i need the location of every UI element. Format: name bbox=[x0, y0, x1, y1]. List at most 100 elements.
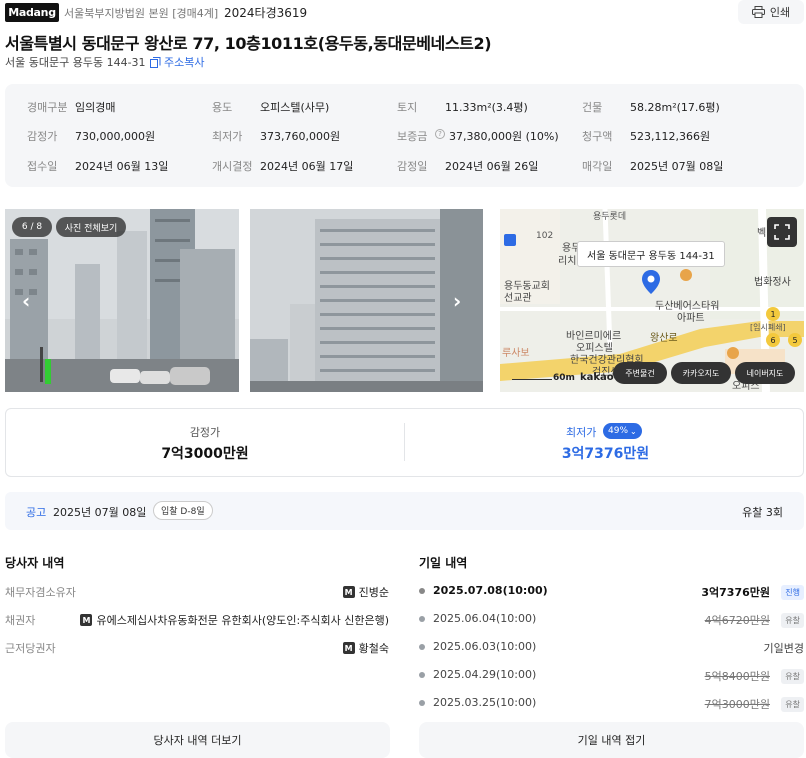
info-appraisal: 감정가 730,000,000원 bbox=[27, 130, 156, 143]
party-name: M 황철숙 bbox=[342, 640, 389, 656]
schedule-price: 4억6720만원 bbox=[704, 614, 770, 627]
discount-badge: 49% ⌄ bbox=[603, 423, 642, 439]
bus-stop-icon bbox=[504, 234, 516, 246]
schedule-row: 2025.03.25(10:00) 7억3000만원 유찰 bbox=[419, 696, 804, 712]
hospital-icon bbox=[727, 347, 739, 359]
map-label-wangsanro: 왕산로 bbox=[650, 333, 678, 344]
status-badge: 유찰 bbox=[781, 697, 804, 712]
notice-label: 공고 bbox=[26, 506, 47, 519]
map-label-closed: [임시폐쇄] bbox=[750, 323, 786, 332]
property-photo-1[interactable]: 6 / 8 사진 전체보기 ‹ bbox=[5, 209, 239, 392]
party-name: M 진병순 bbox=[342, 584, 389, 600]
map-label-mission: 선교관 bbox=[504, 293, 532, 304]
next-photo-icon[interactable]: › bbox=[453, 289, 461, 313]
info-received: 접수일 2024년 06월 13일 bbox=[27, 160, 169, 173]
info-appraisal-date: 감정일 2024년 06월 26일 bbox=[397, 160, 539, 173]
map-label-102: 102 bbox=[536, 231, 554, 241]
status-dot bbox=[419, 588, 425, 594]
kakao-logo: kakao bbox=[580, 372, 614, 383]
member-icon: M bbox=[80, 614, 93, 626]
status-badge: 유찰 bbox=[781, 669, 804, 684]
schedule-date: 2025.03.25(10:00) bbox=[433, 696, 537, 709]
min-price-value: 3억7376만원 bbox=[561, 446, 650, 462]
nearby-items-button[interactable]: 주변물건 bbox=[613, 362, 667, 384]
info-land: 토지 11.33m²(3.4평) bbox=[397, 101, 528, 114]
lot-address: 서울 동대문구 용두동 144-31 bbox=[5, 56, 146, 69]
status-badge: 유찰 bbox=[781, 613, 804, 628]
property-info-panel: 경매구분 임의경매 용도 오피스텔(사무) 토지 11.33m²(3.4평) 건물 58… bbox=[5, 84, 804, 187]
court-name: 서울북부지방법원 본원 [경매4계] bbox=[64, 7, 219, 20]
map-label-top: 용두롯데 bbox=[593, 212, 627, 222]
chevron-down-icon: ⌄ bbox=[630, 426, 637, 436]
expand-map-button[interactable] bbox=[767, 217, 797, 247]
party-role: 채권자 bbox=[5, 614, 36, 627]
map-label-rusabo: 루사보 bbox=[502, 348, 530, 359]
printer-icon bbox=[751, 6, 765, 18]
map-label-temple: 법화정사 bbox=[754, 277, 791, 288]
fail-count: 유찰 3회 bbox=[742, 506, 783, 519]
subway-1-icon: 1 bbox=[766, 307, 780, 321]
notice-bar: 공고 2025년 07월 08일 입찰 D-8일 유찰 3회 bbox=[5, 492, 804, 530]
party-role: 근저당권자 bbox=[5, 642, 56, 655]
info-building: 건물 58.28m²(17.6평) bbox=[582, 101, 720, 114]
fold-schedule-button[interactable]: 기일 내역 접기 bbox=[419, 722, 804, 758]
map-address-tooltip: 서울 동대문구 용두동 144-31 bbox=[577, 241, 725, 267]
schedule-date: 2025.07.08(10:00) bbox=[433, 584, 548, 597]
parties-title: 당사자 내역 bbox=[5, 556, 65, 570]
schedule-row: 2025.06.04(10:00) 4억6720만원 유찰 bbox=[419, 612, 804, 628]
map-label-rich: 리치 bbox=[558, 256, 577, 267]
print-label: 인쇄 bbox=[769, 6, 791, 19]
kakao-map-button[interactable]: 카카오지도 bbox=[671, 362, 731, 384]
prev-photo-icon[interactable]: ‹ bbox=[22, 289, 30, 313]
copy-address-label: 주소복사 bbox=[164, 56, 205, 69]
scale-line bbox=[512, 377, 552, 380]
madang-logo: Madang bbox=[5, 3, 59, 22]
appraisal-label: 감정가 bbox=[189, 426, 221, 439]
schedule-price: 7억3000만원 bbox=[704, 698, 770, 711]
info-auction-type: 경매구분 임의경매 bbox=[27, 101, 116, 114]
info-deposit: 보증금? 37,380,000원 (10%) bbox=[397, 129, 559, 143]
info-min-price: 최저가 373,760,000원 bbox=[212, 130, 341, 143]
copy-icon bbox=[150, 56, 161, 68]
party-name: M 유에스제십사차유동화전문 유한회사(양도인:주식회사 신한은행) bbox=[80, 612, 389, 628]
member-icon: M bbox=[342, 642, 355, 654]
party-role: 채무자겸소유자 bbox=[5, 586, 76, 599]
property-photo-2[interactable]: › bbox=[250, 209, 483, 392]
subway-6-icon: 6 bbox=[766, 333, 780, 347]
min-price-label: 최저가 bbox=[566, 426, 597, 439]
status-dot bbox=[419, 616, 425, 622]
photo-counter: 6 / 8 bbox=[12, 217, 52, 237]
status-dot bbox=[419, 644, 425, 650]
status-dot bbox=[419, 700, 425, 706]
schedule-title: 기일 내역 bbox=[419, 556, 468, 570]
schedule-price: 3억7376만원 bbox=[701, 586, 770, 599]
dday-badge: 입찰 D-8일 bbox=[153, 501, 213, 520]
schedule-row: 2025.06.03(10:00) 기일변경 bbox=[419, 640, 804, 656]
discount-pct: 49% bbox=[608, 426, 629, 436]
map-label-apt: 아파트 bbox=[677, 313, 705, 324]
copy-address-button[interactable]: 주소복사 bbox=[150, 54, 204, 70]
more-parties-button[interactable]: 당사자 내역 더보기 bbox=[5, 722, 390, 758]
schedule-date: 2025.06.04(10:00) bbox=[433, 612, 537, 625]
info-sale-date: 매각일 2025년 07월 08일 bbox=[582, 160, 724, 173]
schedule-row: 2025.07.08(10:00) 3억7376만원 진행 bbox=[419, 584, 804, 600]
appraisal-value: 7억3000만원 bbox=[161, 446, 249, 462]
schedule-price: 5억8400만원 bbox=[704, 670, 770, 683]
info-start-decision: 개시결정 2024년 06월 17일 bbox=[212, 160, 354, 173]
location-pin-icon bbox=[642, 270, 660, 294]
case-number: 2024타경3619 bbox=[224, 6, 308, 20]
member-icon: M bbox=[342, 586, 355, 598]
print-button[interactable]: 인쇄 bbox=[738, 0, 804, 24]
scale-label: 60m bbox=[553, 373, 575, 383]
status-badge: 진행 bbox=[781, 585, 804, 600]
schedule-price: 기일변경 bbox=[763, 642, 804, 655]
info-claim: 청구액 523,112,366원 bbox=[582, 130, 711, 143]
naver-map-button[interactable]: 네이버지도 bbox=[735, 362, 795, 384]
poi-icon bbox=[680, 269, 692, 281]
schedule-date: 2025.06.03(10:00) bbox=[433, 640, 537, 653]
expand-icon bbox=[774, 224, 790, 240]
map-label-bek: 벡 bbox=[757, 228, 767, 239]
help-icon[interactable]: ? bbox=[435, 129, 445, 139]
view-all-photos-button[interactable]: 사진 전체보기 bbox=[56, 217, 126, 237]
status-dot bbox=[419, 672, 425, 678]
